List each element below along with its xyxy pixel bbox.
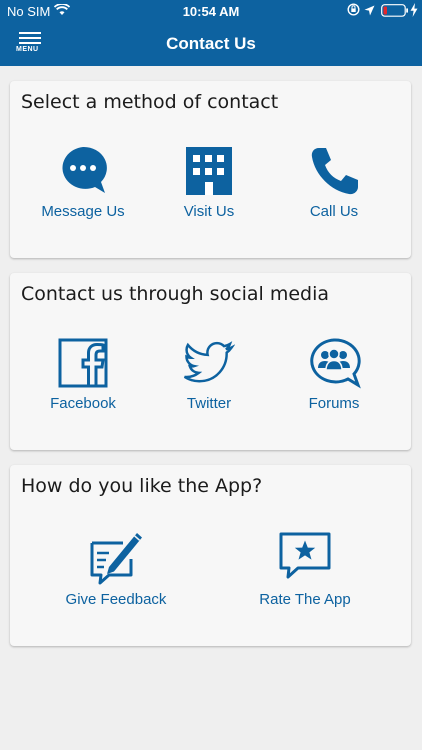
phone-icon	[311, 148, 358, 195]
call-us-button[interactable]: Call Us	[279, 145, 389, 220]
give-feedback-button[interactable]: Give Feedback	[58, 529, 174, 608]
message-us-label: Message Us	[41, 203, 125, 220]
message-us-button[interactable]: Message Us	[28, 145, 138, 220]
twitter-icon	[183, 341, 235, 383]
card-title: Contact us through social media	[21, 283, 330, 305]
twitter-button[interactable]: Twitter	[154, 337, 264, 412]
visit-us-button[interactable]: Visit Us	[154, 145, 264, 220]
card-title: Select a method of contact	[21, 91, 279, 113]
facebook-icon	[58, 338, 108, 388]
call-us-label: Call Us	[309, 203, 359, 220]
facebook-label: Facebook	[50, 395, 116, 412]
app-feedback-card: How do you like the App? Give Feedback R…	[10, 465, 411, 646]
page-title: Contact Us	[166, 34, 256, 53]
location-icon	[364, 4, 375, 19]
give-feedback-label: Give Feedback	[65, 591, 167, 608]
rate-app-label: Rate The App	[259, 591, 351, 608]
star-bubble-icon	[279, 532, 331, 579]
charging-icon	[410, 3, 418, 20]
facebook-button[interactable]: Facebook	[28, 337, 138, 412]
feedback-pencil-icon	[90, 533, 142, 585]
forums-label: Forums	[308, 395, 360, 412]
card-title: How do you like the App?	[21, 475, 263, 497]
battery-level	[383, 6, 387, 15]
status-bar: No SIM 10:54 AM	[0, 0, 422, 24]
forums-button[interactable]: Forums	[279, 337, 389, 412]
twitter-label: Twitter	[186, 395, 232, 412]
contact-method-card: Select a method of contact Message Us Vi…	[10, 81, 411, 258]
social-media-card: Contact us through social media Facebook…	[10, 273, 411, 450]
building-icon	[186, 147, 232, 195]
battery-low-icon	[381, 4, 409, 20]
app-header: No SIM 10:54 AM MENU Contact Us	[0, 0, 422, 66]
orientation-lock-icon	[347, 3, 360, 19]
visit-us-label: Visit Us	[183, 203, 235, 220]
rate-app-button[interactable]: Rate The App	[246, 529, 364, 608]
chat-bubble-icon	[62, 146, 107, 193]
forums-icon	[310, 338, 361, 389]
